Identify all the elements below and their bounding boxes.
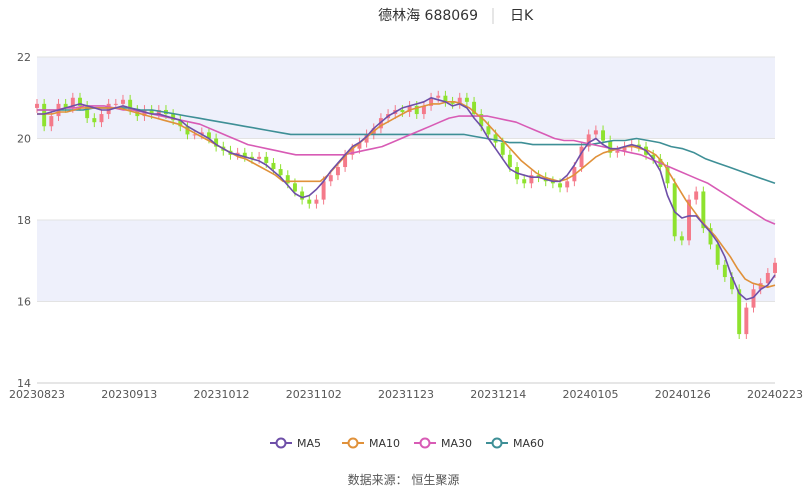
legend: MA5 MA10 MA30 MA60 <box>270 437 544 450</box>
background-band <box>37 220 775 302</box>
y-tick-label: 22 <box>17 51 31 64</box>
chart-title: 德林海 688069 <box>378 8 478 24</box>
legend-marker-ma60 <box>491 437 503 449</box>
y-tick-label: 16 <box>17 296 31 309</box>
candle-body <box>271 162 276 170</box>
candle-body <box>558 183 563 188</box>
candle-body <box>292 183 297 192</box>
candle-body <box>92 118 97 123</box>
candle-body <box>35 103 39 108</box>
candle-body <box>737 289 742 335</box>
legend-label-ma10: MA10 <box>369 437 400 450</box>
candle-body <box>765 272 770 284</box>
y-axis-ticks: 2220181614 <box>17 51 31 390</box>
candle-body <box>486 126 491 135</box>
background-bands <box>37 57 775 302</box>
candle-body <box>722 264 727 278</box>
x-tick-label: 20231102 <box>286 388 342 401</box>
candle-body <box>113 103 118 105</box>
candle-body <box>314 199 319 204</box>
candle-body <box>300 191 305 200</box>
background-band <box>37 57 775 139</box>
candle-body <box>565 181 570 188</box>
legend-marker-ma5 <box>275 437 287 449</box>
candle-body <box>601 130 606 141</box>
legend-label-ma60: MA60 <box>513 437 544 450</box>
candle-body <box>522 179 527 184</box>
data-source: 数据来源： 恒生聚源 <box>348 472 460 487</box>
candle-body <box>679 236 684 241</box>
candle-body <box>42 103 47 127</box>
legend-marker-ma30 <box>419 437 431 449</box>
x-tick-label: 20230823 <box>9 388 65 401</box>
candle-body <box>307 199 312 204</box>
candle-body <box>121 99 125 104</box>
candle-body <box>500 142 505 155</box>
y-tick-label: 20 <box>17 133 31 146</box>
candle-body <box>493 134 498 143</box>
candle-body <box>464 97 469 102</box>
legend-label-ma30: MA30 <box>441 437 472 450</box>
candle-body <box>773 262 777 273</box>
x-tick-label: 20230913 <box>101 388 157 401</box>
legend-label-ma5: MA5 <box>297 437 321 450</box>
candle-body <box>400 109 405 113</box>
candle-body <box>328 175 333 182</box>
candle-body <box>436 95 441 98</box>
candle-body <box>278 169 283 176</box>
x-tick-label: 20231123 <box>378 388 434 401</box>
candle-body <box>593 130 598 135</box>
legend-marker-ma10 <box>347 437 359 449</box>
candle-body <box>49 116 54 127</box>
chart: 德林海 688069 日K 2220181614 20230823 2023091… <box>9 8 803 487</box>
candle-body <box>507 154 512 168</box>
candle-body <box>285 175 290 184</box>
x-tick-label: 20240105 <box>563 388 619 401</box>
candle-body <box>99 114 104 123</box>
chart-period: 日K <box>510 8 534 24</box>
x-tick-label: 20231012 <box>194 388 250 401</box>
candle-body <box>335 167 340 176</box>
x-axis-ticks: 20230823 20230913 20231012 20231102 20231123… <box>9 382 803 401</box>
x-tick-label: 20240126 <box>655 388 711 401</box>
candle-body <box>715 244 720 265</box>
candle-body <box>264 156 269 163</box>
x-tick-label: 20231214 <box>470 388 526 401</box>
x-tick-label: 20240223 <box>747 388 803 401</box>
candle-body <box>744 307 749 335</box>
y-tick-label: 18 <box>17 214 31 227</box>
candle-body <box>615 150 620 153</box>
candle-body <box>694 191 699 200</box>
candle-body <box>257 156 262 159</box>
